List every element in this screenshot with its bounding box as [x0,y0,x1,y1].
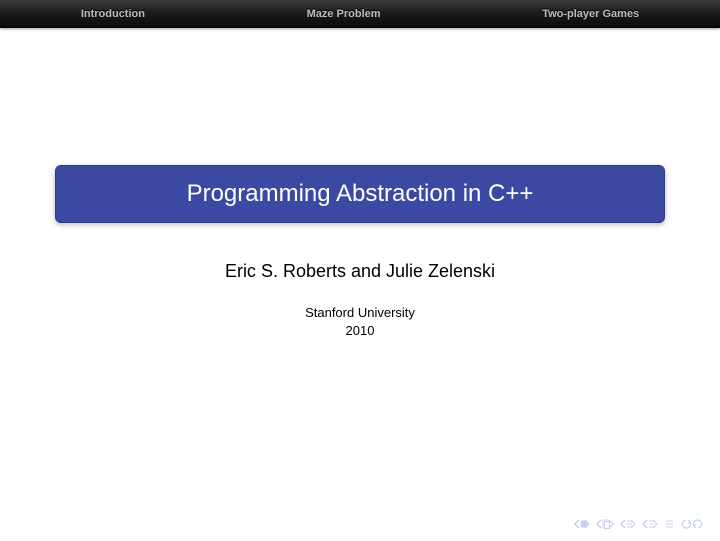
affiliation-block: Stanford University 2010 [0,304,720,340]
nav-prev-frame-icon[interactable] [596,519,614,529]
affiliation: Stanford University [0,304,720,322]
top-navbar: Introduction Maze Problem Two-player Gam… [0,0,720,28]
nav-first-slide-icon[interactable] [574,519,590,529]
nav-go-back-icon[interactable] [682,519,702,529]
beamer-nav-footer [574,519,702,529]
nav-item-introduction[interactable]: Introduction [81,8,145,20]
nav-item-two-player-games[interactable]: Two-player Games [542,8,639,20]
slide-content: Programming Abstraction in C++ Eric S. R… [0,165,720,340]
nav-item-maze-problem[interactable]: Maze Problem [307,8,381,20]
nav-prev-section-icon[interactable] [620,519,636,529]
authors-line: Eric S. Roberts and Julie Zelenski [0,261,720,282]
nav-next-section-icon[interactable] [642,519,658,529]
nav-last-slide-icon[interactable] [664,519,676,529]
presentation-title: Programming Abstraction in C++ [55,165,665,223]
year: 2010 [0,322,720,340]
